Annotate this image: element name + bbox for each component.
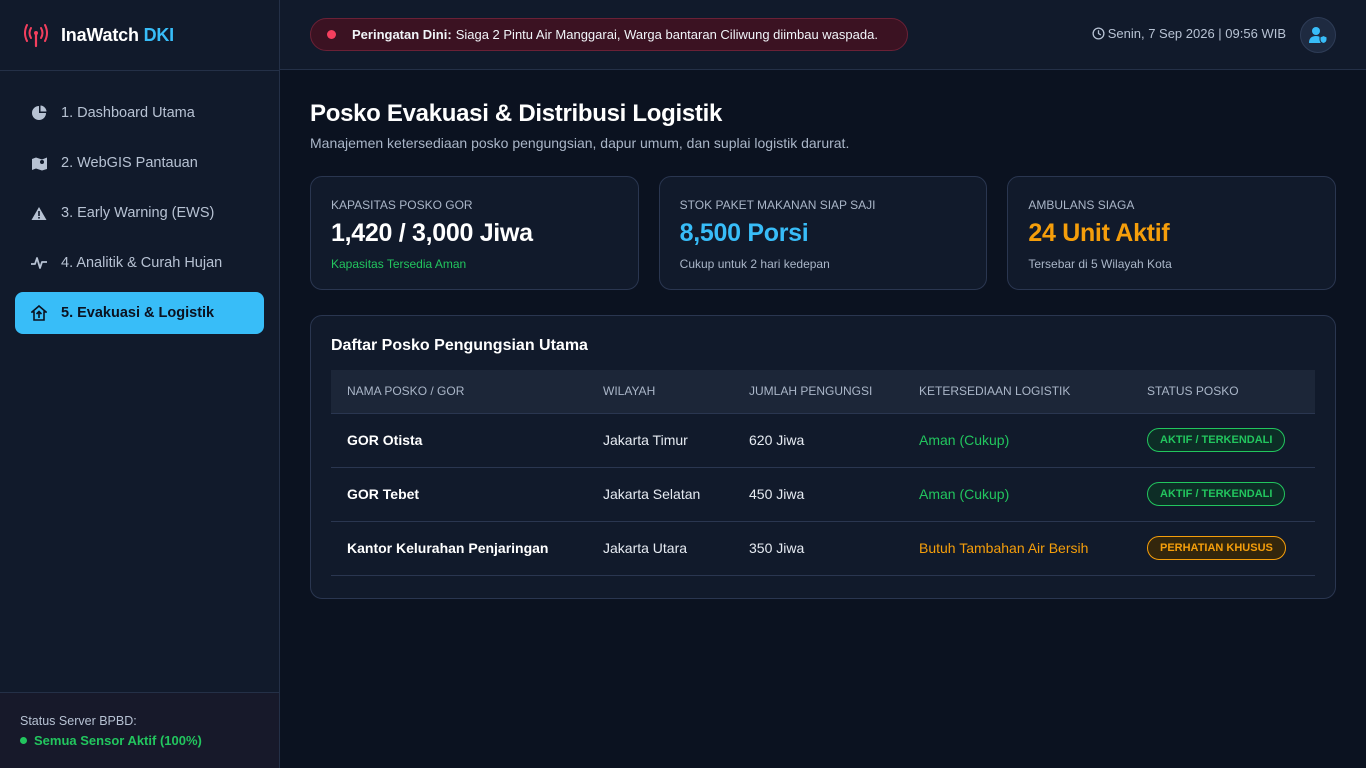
posko-logistic: Aman (Cukup) bbox=[903, 413, 1131, 468]
pie-chart-icon bbox=[30, 104, 48, 122]
stat-card-value: 1,420 / 3,000 Jiwa bbox=[331, 219, 533, 247]
stat-card-note: Kapasitas Tersedia Aman bbox=[331, 257, 467, 271]
brand[interactable]: InaWatch DKI bbox=[0, 0, 279, 71]
alert-text: Siaga 2 Pintu Air Manggarai, Warga banta… bbox=[455, 27, 878, 42]
alert-title: Peringatan Dini: bbox=[352, 27, 452, 42]
house-arrow-icon bbox=[30, 304, 48, 322]
status-badge: AKTIF / TERKENDALI bbox=[1147, 428, 1286, 452]
stat-card-note: Cukup untuk 2 hari kedepan bbox=[679, 257, 830, 271]
column-header[interactable]: Ketersediaan Logistik bbox=[903, 370, 1131, 414]
table-row[interactable]: GOR Tebet Jakarta Selatan 450 Jiwa Aman … bbox=[331, 467, 1315, 522]
posko-name: GOR Tebet bbox=[331, 467, 587, 522]
column-header[interactable]: Wilayah bbox=[587, 370, 733, 414]
stat-card-label: Ambulans Siaga bbox=[1028, 198, 1135, 212]
posko-name: GOR Otista bbox=[331, 413, 587, 468]
map-icon bbox=[30, 154, 48, 172]
stat-card-note: Tersebar di 5 Wilayah Kota bbox=[1028, 257, 1172, 271]
table-header-row: Nama Posko / GOR Wilayah Jumlah Pengungs… bbox=[331, 370, 1315, 414]
posko-count: 620 Jiwa bbox=[733, 413, 903, 468]
sidebar-item-evakuasi[interactable]: 5. Evakuasi & Logistik bbox=[15, 292, 264, 334]
page-title: Posko Evakuasi & Distribusi Logistik bbox=[310, 100, 722, 127]
posko-region: Jakarta Utara bbox=[587, 521, 733, 576]
user-avatar[interactable] bbox=[1300, 17, 1336, 53]
posko-count: 450 Jiwa bbox=[733, 467, 903, 522]
column-header[interactable]: Nama Posko / GOR bbox=[331, 370, 587, 414]
datetime: Senin, 7 Sep 2026 | 09:56 WIB bbox=[1092, 26, 1286, 41]
table-row[interactable]: Kantor Kelurahan Penjaringan Jakarta Uta… bbox=[331, 521, 1315, 576]
sidebar-item-label: 4. Analitik & Curah Hujan bbox=[61, 255, 223, 271]
status-dot-icon bbox=[20, 737, 27, 744]
stat-cards: Kapasitas Posko GOR 1,420 / 3,000 Jiwa K… bbox=[310, 176, 1337, 290]
status-badge: PERHATIAN KHUSUS bbox=[1147, 536, 1286, 560]
sidebar-nav: 1. Dashboard Utama 2. WebGIS Pantauan 3.… bbox=[0, 71, 279, 334]
stat-card-kapasitas: Kapasitas Posko GOR 1,420 / 3,000 Jiwa K… bbox=[310, 176, 639, 290]
stat-card-value: 24 Unit Aktif bbox=[1028, 219, 1170, 247]
sidebar-item-label: 5. Evakuasi & Logistik bbox=[61, 305, 215, 321]
sidebar-item-ews[interactable]: 3. Early Warning (EWS) bbox=[15, 192, 264, 234]
sidebar-item-label: 1. Dashboard Utama bbox=[61, 105, 195, 121]
sidebar: InaWatch DKI 1. Dashboard Utama 2. WebGI… bbox=[0, 0, 280, 768]
stat-card-label: Stok Paket Makanan Siap Saji bbox=[679, 198, 876, 212]
alert-dot-icon bbox=[327, 30, 336, 39]
posko-logistic: Aman (Cukup) bbox=[903, 467, 1131, 522]
posko-table: Nama Posko / GOR Wilayah Jumlah Pengungs… bbox=[331, 370, 1315, 576]
server-status-value: Semua Sensor Aktif (100%) bbox=[20, 733, 259, 748]
posko-status-cell: AKTIF / TERKENDALI bbox=[1131, 467, 1315, 522]
pulse-icon bbox=[30, 254, 48, 272]
sidebar-item-dashboard[interactable]: 1. Dashboard Utama bbox=[15, 92, 264, 134]
column-header[interactable]: Jumlah Pengungsi bbox=[733, 370, 903, 414]
sidebar-item-label: 2. WebGIS Pantauan bbox=[61, 155, 198, 171]
stat-card-value: 8,500 Porsi bbox=[679, 219, 809, 247]
posko-status-cell: AKTIF / TERKENDALI bbox=[1131, 413, 1315, 468]
status-badge: AKTIF / TERKENDALI bbox=[1147, 482, 1286, 506]
table-row[interactable]: GOR Otista Jakarta Timur 620 Jiwa Aman (… bbox=[331, 413, 1315, 468]
sidebar-item-label: 3. Early Warning (EWS) bbox=[61, 205, 215, 221]
antenna-icon bbox=[24, 24, 48, 48]
brand-name: InaWatch DKI bbox=[61, 24, 174, 45]
clock-icon bbox=[1092, 27, 1105, 40]
early-warning-banner[interactable]: Peringatan Dini: Siaga 2 Pintu Air Mangg… bbox=[310, 18, 908, 51]
server-status-label: Status Server BPBD: bbox=[20, 714, 137, 728]
sidebar-item-webgis[interactable]: 2. WebGIS Pantauan bbox=[15, 142, 264, 184]
column-header[interactable]: Status Posko bbox=[1131, 370, 1315, 414]
posko-name: Kantor Kelurahan Penjaringan bbox=[331, 521, 587, 576]
header: Peringatan Dini: Siaga 2 Pintu Air Mangg… bbox=[280, 0, 1366, 70]
user-shield-icon bbox=[1309, 27, 1328, 44]
posko-logistic: Butuh Tambahan Air Bersih bbox=[903, 521, 1131, 576]
posko-region: Jakarta Timur bbox=[587, 413, 733, 468]
stat-card-ambulans: Ambulans Siaga 24 Unit Aktif Tersebar di… bbox=[1007, 176, 1337, 290]
warning-icon bbox=[30, 204, 48, 222]
server-status: Status Server BPBD: Semua Sensor Aktif (… bbox=[0, 692, 279, 768]
stat-card-makanan: Stok Paket Makanan Siap Saji 8,500 Porsi… bbox=[658, 176, 988, 290]
posko-status-cell: PERHATIAN KHUSUS bbox=[1131, 521, 1315, 576]
table-title: Daftar Posko Pengungsian Utama bbox=[331, 337, 588, 354]
stat-card-label: Kapasitas Posko GOR bbox=[331, 198, 473, 212]
posko-count: 350 Jiwa bbox=[733, 521, 903, 576]
page-subtitle: Manajemen ketersediaan posko pengungsian… bbox=[310, 135, 850, 151]
posko-table-panel: Daftar Posko Pengungsian Utama Nama Posk… bbox=[310, 315, 1336, 599]
main-content: Posko Evakuasi & Distribusi Logistik Man… bbox=[310, 100, 1337, 599]
posko-region: Jakarta Selatan bbox=[587, 467, 733, 522]
sidebar-item-analitik[interactable]: 4. Analitik & Curah Hujan bbox=[15, 242, 264, 284]
